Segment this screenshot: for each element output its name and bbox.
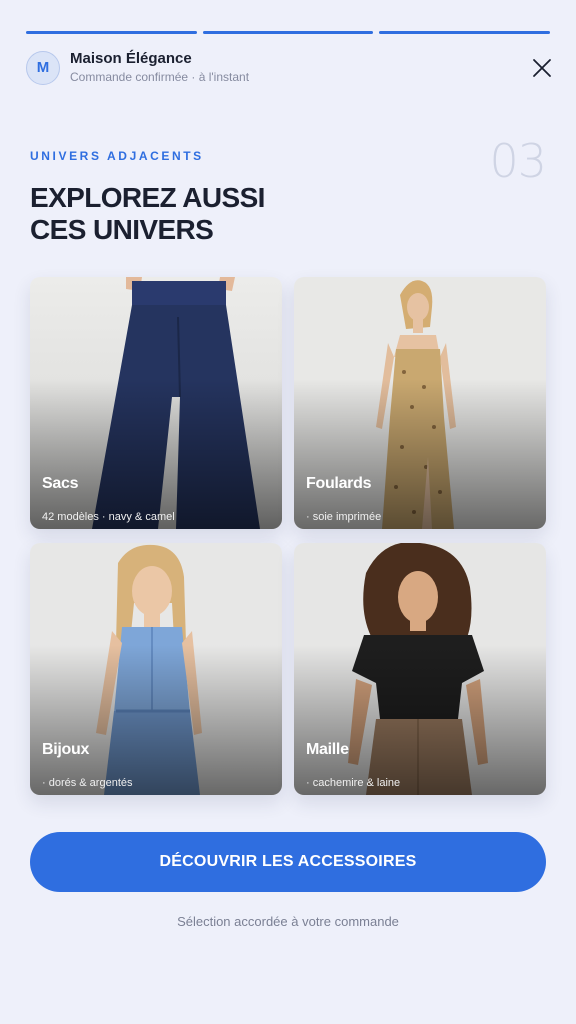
card-overlay xyxy=(294,379,546,529)
order-status: Commande confirmée · à l'instant xyxy=(70,70,250,84)
card-overlay xyxy=(30,645,282,795)
close-icon xyxy=(533,58,551,77)
category-desc: 42 modèles · navy & camel xyxy=(42,511,175,523)
section-eyebrow: UNIVERS ADJACENTS xyxy=(30,149,204,163)
title-line-2: CES UNIVERS xyxy=(30,214,214,245)
category-desc: · cachemire & laine xyxy=(306,777,401,789)
category-grid: Sacs 42 modèles · navy & camel Foulards … xyxy=(30,277,546,795)
card-overlay xyxy=(294,645,546,795)
progress-segment-3 xyxy=(379,31,551,34)
brand-avatar: M xyxy=(26,50,60,85)
close-button[interactable] xyxy=(530,56,554,80)
progress-segment-2 xyxy=(202,31,374,34)
category-card-maille[interactable]: Maille · cachemire & laine xyxy=(294,543,546,795)
category-label: Bijoux xyxy=(42,741,90,758)
footnote: Sélection accordée à votre commande xyxy=(177,914,399,929)
title-line-1: EXPLOREZ AUSSI xyxy=(30,182,265,213)
category-label: Maille xyxy=(306,741,349,758)
brand-name: Maison Élégance xyxy=(70,50,192,67)
category-card-foulards[interactable]: Foulards · soie imprimée xyxy=(294,277,546,529)
category-desc: · dorés & argentés xyxy=(42,777,133,789)
category-label: Foulards xyxy=(306,475,372,492)
progress-segment-1 xyxy=(26,31,197,34)
category-card-bijoux[interactable]: Bijoux · dorés & argentés xyxy=(30,543,282,795)
header-meta: Maison Élégance Commande confirmée · à l… xyxy=(70,50,530,85)
story-progress xyxy=(26,31,551,34)
category-label: Sacs xyxy=(42,475,79,492)
story-header: M Maison Élégance Commande confirmée · à… xyxy=(26,50,554,85)
category-desc: · soie imprimée xyxy=(306,511,382,523)
page-title: EXPLOREZ AUSSI CES UNIVERS xyxy=(30,182,360,246)
card-overlay xyxy=(30,379,282,529)
discover-accessories-button[interactable]: DÉCOUVRIR LES ACCESSOIRES xyxy=(30,832,546,892)
step-number: 03 xyxy=(489,134,547,188)
category-card-sacs[interactable]: Sacs 42 modèles · navy & camel xyxy=(30,277,282,529)
